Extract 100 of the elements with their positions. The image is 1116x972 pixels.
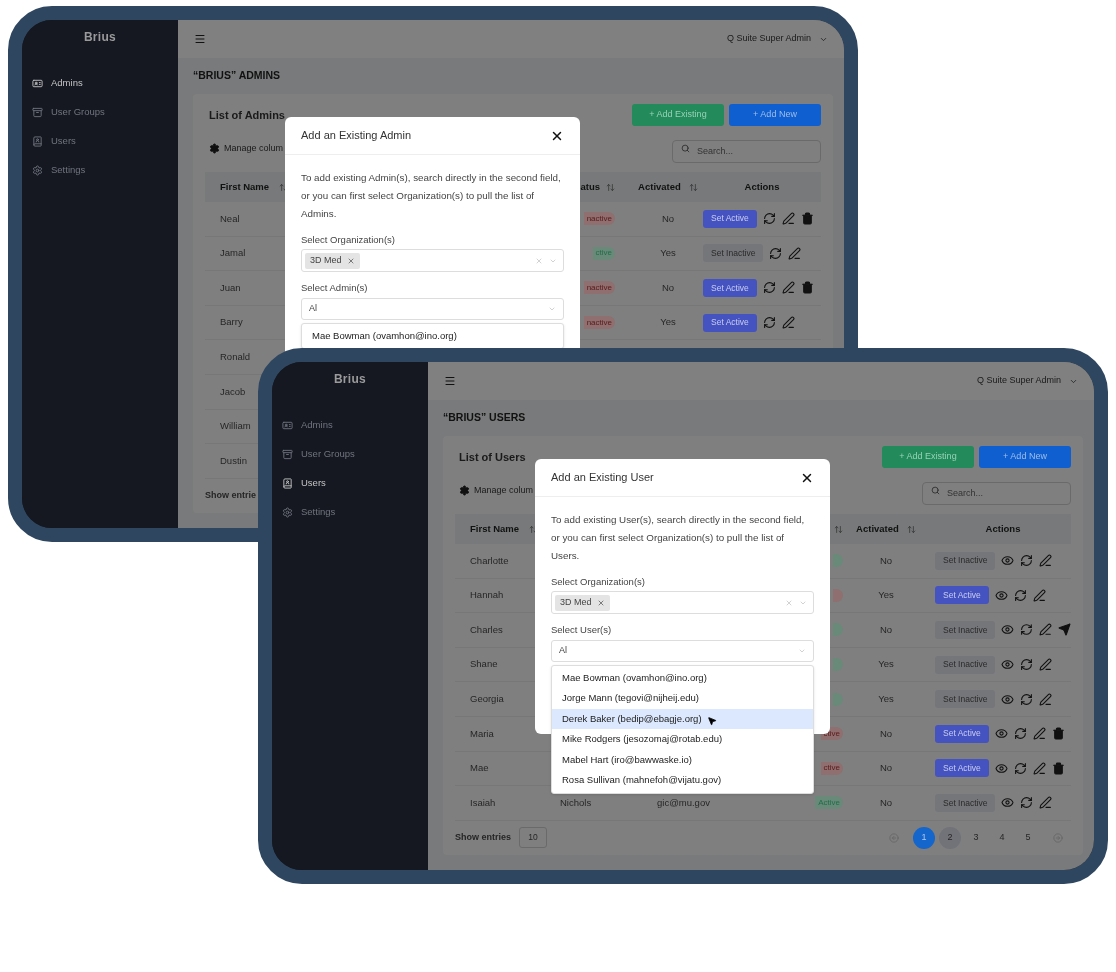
edit-icon[interactable] [788,246,802,260]
column-header: First Name [220,179,270,194]
set-active-button[interactable]: Set Active [935,586,989,605]
search-icon [931,486,940,495]
edit-icon[interactable] [1032,727,1046,741]
user-menu[interactable]: Q Suite Super Admin [976,374,1078,388]
manage-columns-link[interactable]: Manage colum [474,483,534,498]
sync-icon[interactable] [1020,796,1034,810]
add-existing-button[interactable]: + Add Existing [882,446,974,468]
page-title: “BRIUS” ADMINS [193,68,281,84]
add-existing-button[interactable]: + Add Existing [632,104,724,126]
search-field[interactable]: Search... [672,139,821,163]
dropdown-option[interactable]: Derek Baker (bedip@ebagje.org) [552,708,813,729]
table-cell: Dustin [220,454,247,466]
id-card-icon [282,420,293,431]
set-active-button[interactable]: Set Active [935,724,989,743]
eye-icon[interactable] [994,727,1008,741]
dropdown-option[interactable]: Mae Bowman (ovamhon@ino.org) [552,667,813,688]
set-active-button[interactable]: Set Active [703,279,757,297]
sidebar-item[interactable]: User Groups [22,98,178,127]
sync-icon[interactable] [1013,727,1027,741]
page-button[interactable]: 4 [991,826,1013,849]
sidebar-item[interactable]: Settings [272,498,428,527]
page-size-field[interactable]: 10 [519,827,547,849]
eye-icon[interactable] [1001,692,1015,706]
set-active-button[interactable]: Set Active [703,313,757,332]
sidebar-item[interactable]: Admins [22,69,178,98]
page-button[interactable]: 3 [965,826,987,849]
sync-icon[interactable] [1013,588,1027,602]
sidebar-item[interactable]: Users [272,469,428,498]
table-cell: Yes [878,589,894,601]
eye-icon[interactable] [994,588,1008,602]
edit-icon[interactable] [781,316,795,330]
add-new-button[interactable]: + Add New [979,446,1071,468]
add-new-button[interactable]: + Add New [729,104,821,126]
sync-icon[interactable] [1020,658,1034,672]
sync-icon[interactable] [1020,623,1034,637]
eye-icon[interactable] [994,761,1008,775]
edit-icon[interactable] [781,281,795,295]
edit-icon[interactable] [1039,554,1053,568]
table-cell: No [879,727,893,739]
table-cell: Neal [220,212,240,224]
eye-icon[interactable] [1001,796,1015,810]
trash-icon[interactable] [1051,761,1065,775]
table-cell: Jamal [220,247,246,259]
remove-icon[interactable] [346,256,355,265]
sidebar-item[interactable]: User Groups [272,440,428,469]
trash-icon[interactable] [800,212,814,226]
user-select[interactable]: Al [301,297,564,320]
page-button[interactable]: 2 [939,826,961,849]
page-button[interactable]: 1 [913,826,935,849]
settings-icon[interactable] [459,485,470,496]
edit-icon[interactable] [1039,658,1053,672]
sync-icon[interactable] [762,281,776,295]
trash-icon[interactable] [1051,727,1065,741]
modal-title: Add an Existing User [551,470,654,486]
menu-icon[interactable] [444,375,456,387]
sync-icon[interactable] [1020,692,1034,706]
sidebar-item[interactable]: Users [22,127,178,156]
sync-icon[interactable] [762,316,776,330]
settings-icon[interactable] [209,143,220,154]
edit-icon[interactable] [1039,623,1053,637]
set-active-button[interactable]: Set Active [935,759,989,778]
eye-icon[interactable] [1001,554,1015,568]
edit-icon[interactable] [781,212,795,226]
dropdown-option[interactable]: Rosa Sullivan (mahnefoh@vijatu.gov) [552,770,813,791]
set-active-button[interactable]: Set Active [703,209,757,228]
sidebar-item[interactable]: Settings [22,156,178,185]
select-value: Al [309,301,317,315]
column-header: Activated [856,521,899,536]
eye-icon[interactable] [1001,623,1015,637]
page-button[interactable]: 5 [1017,826,1039,849]
edit-icon[interactable] [1039,692,1053,706]
manage-columns-link[interactable]: Manage colum [224,141,284,156]
organization-select[interactable]: 3D Med [551,591,814,615]
dropdown-option[interactable]: Mabel Hart (iro@bawwaske.io) [552,749,813,770]
dropdown-option[interactable]: Jorge Mann (tegovi@nijheij.edu) [552,688,813,709]
edit-icon[interactable] [1032,588,1046,602]
field-label: Select Organization(s) [301,233,396,247]
eye-icon[interactable] [1001,658,1015,672]
sidebar-item[interactable]: Admins [272,411,428,440]
sync-icon[interactable] [1013,761,1027,775]
column-header: Actions [985,521,1021,536]
trash-icon[interactable] [800,281,814,295]
sync-icon[interactable] [762,212,776,226]
user-select[interactable]: Al [551,639,814,662]
dropdown-option[interactable]: Mike Rodgers (jesozomaj@rotab.edu) [552,729,813,750]
table-cell: Yes [878,658,894,670]
organization-select[interactable]: 3D Med [301,249,564,273]
send-icon[interactable] [1058,623,1071,637]
edit-icon[interactable] [1032,761,1046,775]
sync-icon[interactable] [1020,554,1034,568]
menu-icon[interactable] [194,33,206,45]
status-badge: ctive [820,761,843,775]
remove-icon[interactable] [596,598,605,607]
user-menu[interactable]: Q Suite Super Admin [726,32,828,46]
dropdown-option[interactable]: Mae Bowman (ovamhon@ino.org) [302,325,563,346]
search-field[interactable]: Search... [922,481,1071,505]
sync-icon[interactable] [769,246,783,260]
edit-icon[interactable] [1039,796,1053,810]
